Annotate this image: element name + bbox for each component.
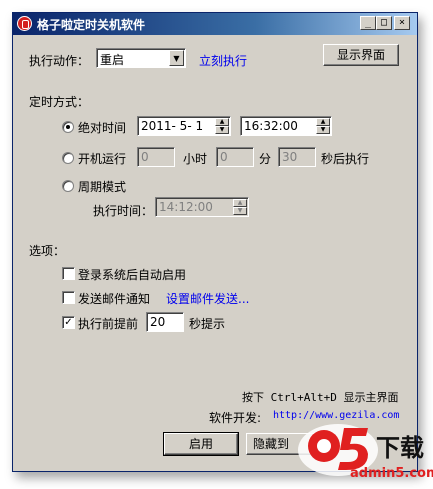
seconds-suffix-label: 秒后执行	[321, 152, 370, 166]
title-bar[interactable]: 格子啦定时关机软件 _ □ ×	[13, 13, 417, 35]
remind-checkbox[interactable]: ✓	[62, 316, 75, 329]
a5-watermark-logo: 下载 admin5.com	[296, 420, 433, 486]
action-selected: 重启	[100, 53, 125, 67]
spin-up-icon[interactable]: ▲	[233, 199, 247, 207]
periodic-mode-radio[interactable]	[62, 180, 74, 192]
spin-down-icon[interactable]: ▼	[215, 126, 229, 134]
chevron-down-icon[interactable]: ▼	[169, 50, 184, 66]
absolute-time-radio[interactable]	[62, 121, 74, 133]
periodic-mode-label: 周期模式	[78, 180, 127, 194]
time-picker[interactable]: 16:32:00 ▲ ▼	[240, 116, 332, 136]
watermark-tag: 下载	[376, 434, 424, 462]
spin-down-icon[interactable]: ▼	[316, 126, 330, 134]
show-interface-button[interactable]: 显示界面	[323, 44, 399, 66]
exec-time-value: 14:12:00	[159, 200, 213, 214]
remind-suffix-label: 秒提示	[189, 317, 226, 331]
boot-seconds-field[interactable]: 30	[278, 147, 316, 167]
action-dropdown[interactable]: 重启 ▼	[96, 48, 186, 68]
absolute-time-label: 绝对时间	[78, 121, 127, 135]
boot-hours-field[interactable]: 0	[137, 147, 175, 167]
email-settings-link[interactable]: 设置邮件发送...	[166, 290, 249, 307]
close-button[interactable]: ×	[394, 16, 410, 30]
spin-up-icon[interactable]: ▲	[215, 118, 229, 126]
autostart-label: 登录系统后自动启用	[78, 268, 187, 282]
date-picker[interactable]: 2011- 5- 1 ▲ ▼	[137, 116, 231, 136]
action-label: 执行动作：	[29, 54, 90, 68]
boot-run-radio[interactable]	[62, 152, 74, 164]
watermark-site: admin5.com	[350, 466, 433, 481]
enable-button[interactable]: 启用	[163, 432, 239, 456]
minimize-button[interactable]: _	[360, 16, 376, 30]
date-value: 2011- 5- 1	[141, 119, 204, 133]
timing-label: 定时方式：	[29, 95, 90, 109]
autostart-checkbox[interactable]	[62, 267, 75, 280]
exec-time-picker[interactable]: 14:12:00 ▲ ▼	[155, 197, 249, 217]
email-notify-label: 发送邮件通知	[78, 292, 151, 306]
window-title: 格子啦定时关机软件	[37, 18, 146, 32]
boot-minutes-field[interactable]: 0	[216, 147, 254, 167]
spin-up-icon[interactable]: ▲	[316, 118, 330, 126]
boot-run-label: 开机运行	[78, 152, 127, 166]
execute-now-link[interactable]: 立刻执行	[199, 52, 247, 69]
app-power-icon	[17, 16, 32, 31]
spin-down-icon[interactable]: ▼	[233, 207, 247, 215]
time-value: 16:32:00	[244, 119, 298, 133]
exec-time-spinner[interactable]: ▲ ▼	[233, 199, 247, 215]
remind-label: 执行前提前	[78, 317, 139, 331]
date-spinner[interactable]: ▲ ▼	[215, 118, 229, 134]
hotkey-hint: 按下 Ctrl+Alt+D 显示主界面	[242, 391, 399, 404]
exec-time-label: 执行时间：	[93, 204, 154, 218]
minutes-unit-label: 分	[259, 152, 272, 166]
hours-unit-label: 小时	[183, 152, 208, 166]
email-notify-checkbox[interactable]	[62, 291, 75, 304]
maximize-button[interactable]: □	[376, 16, 392, 30]
main-window: 格子啦定时关机软件 _ □ × 执行动作： 重启 ▼ 立刻执行 显示界面 定时方…	[12, 12, 418, 472]
developer-label: 软件开发:	[209, 411, 262, 425]
time-spinner[interactable]: ▲ ▼	[316, 118, 330, 134]
options-label: 选项：	[29, 244, 66, 258]
remind-seconds-field[interactable]: 20	[146, 312, 184, 332]
